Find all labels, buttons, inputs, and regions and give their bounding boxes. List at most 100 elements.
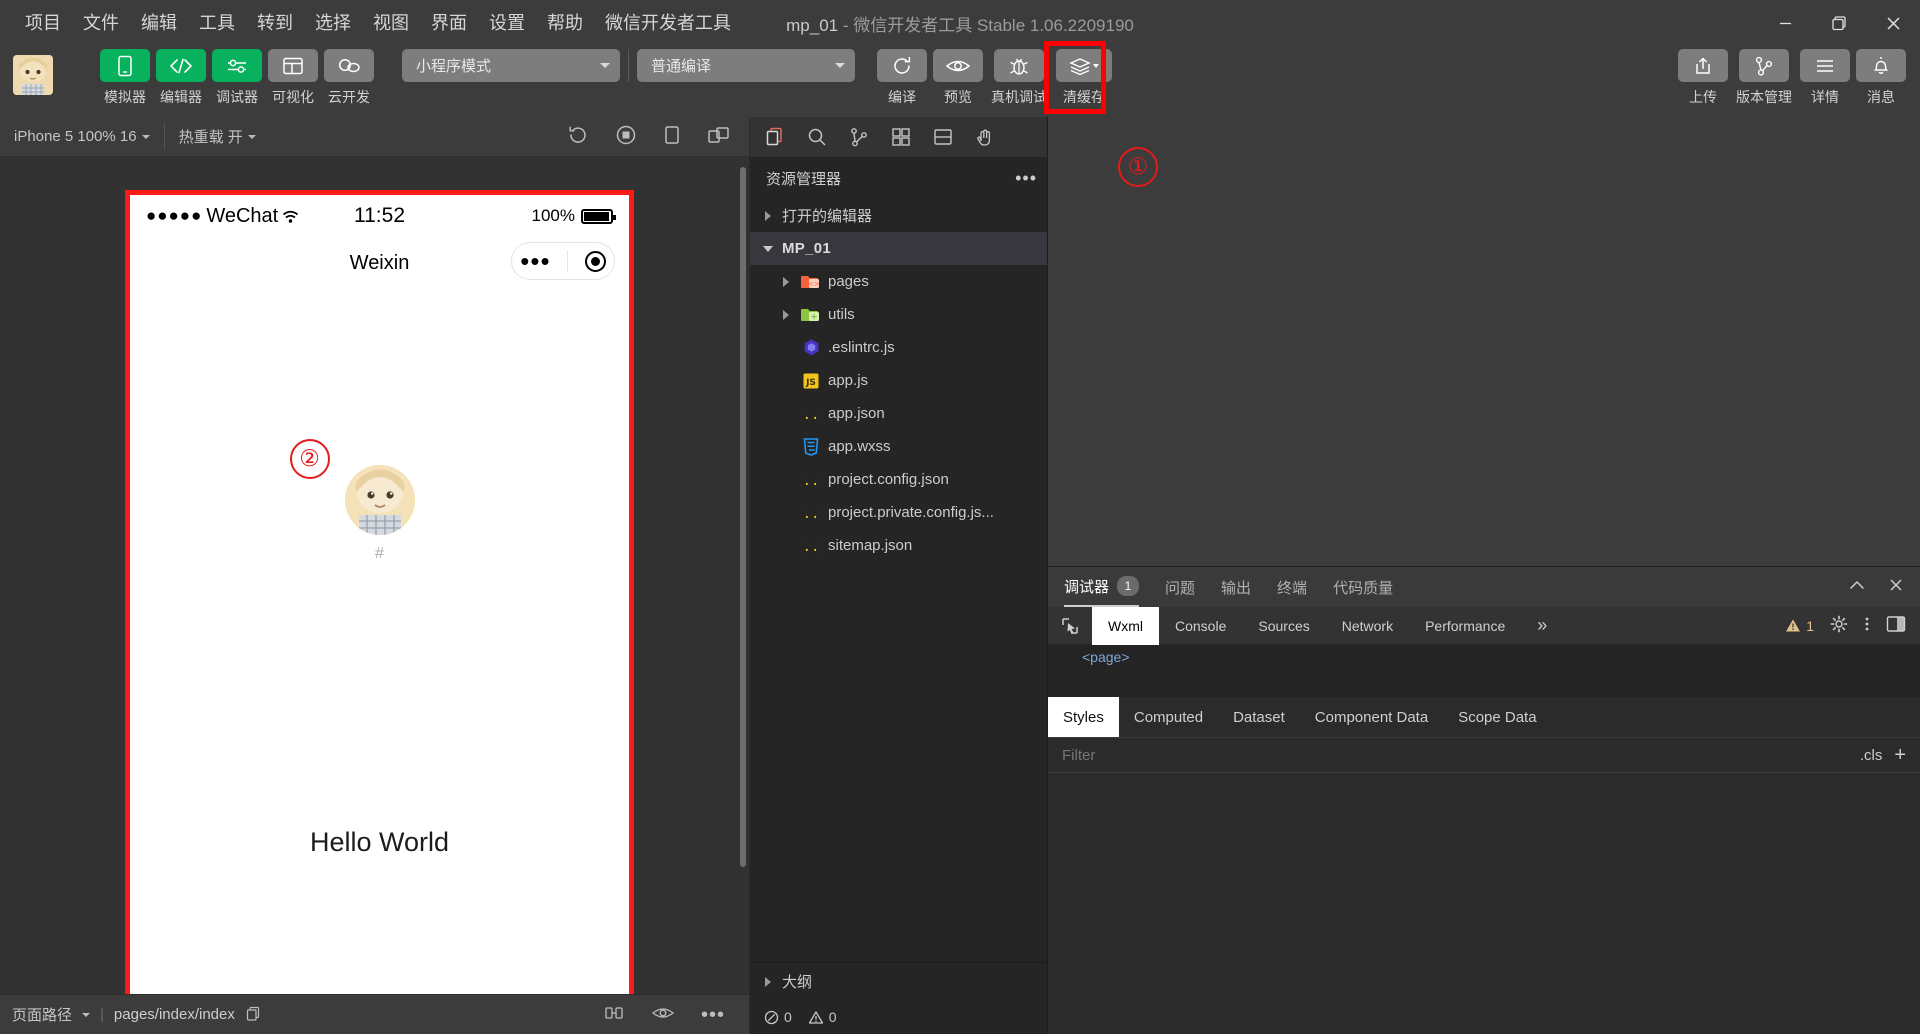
toolbar-button-debugger[interactable]: 调试器 — [212, 49, 262, 107]
explorer-more-icon[interactable]: ••• — [1015, 168, 1037, 189]
wechat-capsule[interactable]: ••• — [511, 242, 615, 280]
styles-tab-component-data[interactable]: Component Data — [1300, 697, 1443, 737]
error-status[interactable]: 0 — [764, 1009, 792, 1025]
panel-tab-output[interactable]: 输出 — [1221, 567, 1251, 607]
stop-record-icon[interactable] — [615, 124, 637, 150]
devtools-tab-network[interactable]: Network — [1326, 607, 1409, 645]
devtools-tab-wxml[interactable]: Wxml — [1092, 606, 1159, 645]
tree-item-app-js[interactable]: JS app.js — [750, 364, 1047, 397]
dock-icon[interactable] — [1886, 615, 1906, 636]
panel-tab-terminal[interactable]: 终端 — [1277, 567, 1307, 607]
more-icon[interactable]: ••• — [701, 1005, 725, 1025]
account-avatar-wrap[interactable] — [0, 49, 66, 95]
toolbar-button-cloud[interactable]: 云开发 — [324, 49, 374, 107]
toolbar-button-editor[interactable]: 编辑器 — [156, 49, 206, 107]
inspect-icon[interactable] — [1048, 607, 1092, 645]
tree-item-utils[interactable]: + utils — [750, 298, 1047, 331]
search-icon[interactable] — [806, 126, 828, 148]
simulator-scrollbar[interactable] — [740, 167, 746, 867]
tree-item-project-config[interactable]: {..} project.config.json — [750, 463, 1047, 496]
tree-section-open-editors[interactable]: 打开的编辑器 — [750, 199, 1047, 232]
avatar[interactable] — [13, 55, 53, 95]
menu-item-devtools[interactable]: 微信开发者工具 — [594, 8, 742, 38]
toolbar-button-details[interactable]: 详情 — [1800, 49, 1850, 107]
tree-item-app-json[interactable]: {..} app.json — [750, 397, 1047, 430]
panel-tab-bar: 调试器 1 问题 输出 终端 代码质量 — [1048, 567, 1920, 607]
devtools-tab-overflow[interactable]: » — [1521, 607, 1563, 645]
chevron-down-icon[interactable] — [82, 1012, 91, 1017]
toolbar-button-remote-debug[interactable]: 真机调试 — [989, 49, 1049, 107]
panel-tab-problems[interactable]: 问题 — [1165, 567, 1195, 607]
tree-item-eslintrc[interactable]: .eslintrc.js — [750, 331, 1047, 364]
refresh-icon-box — [877, 49, 927, 82]
tree-item-app-wxss[interactable]: app.wxss — [750, 430, 1047, 463]
menu-item-edit[interactable]: 编辑 — [130, 8, 188, 38]
extensions-icon[interactable] — [890, 126, 912, 148]
devtools-tab-console[interactable]: Console — [1159, 607, 1242, 645]
devtools-tab-sources[interactable]: Sources — [1242, 607, 1325, 645]
toolbar-button-upload[interactable]: 上传 — [1678, 49, 1728, 107]
eye-icon[interactable] — [651, 1005, 675, 1025]
menu-item-tools[interactable]: 工具 — [188, 8, 246, 38]
warning-status[interactable]: 0 — [808, 1009, 837, 1025]
tree-section-project[interactable]: MP_01 — [750, 232, 1047, 265]
menu-item-project[interactable]: 项目 — [14, 8, 72, 38]
minimize-button[interactable] — [1758, 0, 1812, 46]
toolbar-button-clear-cache[interactable]: 清缓存 — [1055, 49, 1113, 107]
styles-tab-computed[interactable]: Computed — [1119, 697, 1218, 737]
menu-item-help[interactable]: 帮助 — [536, 8, 594, 38]
compile-mode-select[interactable]: 普通编译 — [637, 49, 855, 82]
menu-item-file[interactable]: 文件 — [72, 8, 130, 38]
add-rule-button[interactable]: + — [1894, 744, 1920, 767]
kebab-icon[interactable] — [1864, 615, 1870, 636]
panel-tab-debugger[interactable]: 调试器 1 — [1064, 567, 1140, 607]
styles-tab-scope-data[interactable]: Scope Data — [1443, 697, 1551, 737]
menu-item-view[interactable]: 视图 — [362, 8, 420, 38]
gear-icon[interactable] — [1830, 615, 1848, 636]
target-icon[interactable] — [584, 250, 606, 272]
close-panel-button[interactable] — [1888, 577, 1904, 597]
toolbar-button-preview[interactable]: 预览 — [933, 49, 983, 107]
devtools-tab-performance[interactable]: Performance — [1409, 607, 1521, 645]
menu-item-interface[interactable]: 界面 — [420, 8, 478, 38]
styles-tab-styles[interactable]: Styles — [1048, 697, 1119, 737]
wxml-tree-area[interactable]: <page> — [1048, 645, 1920, 697]
split-icon[interactable] — [932, 126, 954, 148]
tree-item-pages[interactable]: <> pages — [750, 265, 1047, 298]
devtools-warning-status[interactable]: 1 — [1785, 618, 1814, 634]
panel-tab-code-quality[interactable]: 代码质量 — [1333, 567, 1393, 607]
toolbar-button-compile[interactable]: 编译 — [877, 49, 927, 107]
device-select[interactable]: iPhone 5 100% 16 — [0, 117, 164, 157]
device-icon[interactable] — [663, 124, 681, 150]
hand-icon[interactable] — [974, 126, 996, 148]
menu-item-goto[interactable]: 转到 — [246, 8, 304, 38]
mode-select[interactable]: 小程序模式 — [402, 49, 620, 82]
files-icon[interactable] — [764, 126, 786, 148]
toolbar-button-simulator[interactable]: 模拟器 — [100, 49, 150, 107]
page-path-value: pages/index/index — [113, 1006, 235, 1023]
wifi-throttle-icon[interactable] — [603, 1004, 625, 1026]
close-button[interactable] — [1866, 0, 1920, 46]
multi-window-icon[interactable] — [707, 124, 731, 150]
outline-section[interactable]: 大纲 — [750, 962, 1047, 1000]
tree-item-sitemap[interactable]: {..} sitemap.json — [750, 529, 1047, 562]
menu-item-settings[interactable]: 设置 — [478, 8, 536, 38]
devtools-tab-label: Console — [1175, 617, 1227, 634]
maximize-button[interactable] — [1812, 0, 1866, 46]
styles-filter-input[interactable] — [1048, 746, 1848, 764]
toolbar-label-cloud: 云开发 — [328, 89, 370, 105]
toolbar-button-version[interactable]: 版本管理 — [1734, 49, 1794, 107]
cls-button[interactable]: .cls — [1848, 747, 1895, 764]
toolbar-button-visual[interactable]: 可视化 — [268, 49, 318, 107]
rotate-icon[interactable] — [567, 124, 589, 150]
capsule-more-icon[interactable]: ••• — [520, 248, 550, 274]
menu-item-select[interactable]: 选择 — [304, 8, 362, 38]
collapse-panel-button[interactable] — [1848, 578, 1866, 596]
copy-icon[interactable] — [245, 1005, 261, 1025]
toolbar-button-messages[interactable]: 消息 — [1856, 49, 1906, 107]
source-control-icon[interactable] — [848, 126, 870, 148]
tree-item-project-private-config[interactable]: {..} project.private.config.js... — [750, 496, 1047, 529]
styles-tab-dataset[interactable]: Dataset — [1218, 697, 1300, 737]
hot-reload-select[interactable]: 热重载 开 — [165, 117, 270, 157]
user-avatar[interactable] — [344, 465, 415, 535]
